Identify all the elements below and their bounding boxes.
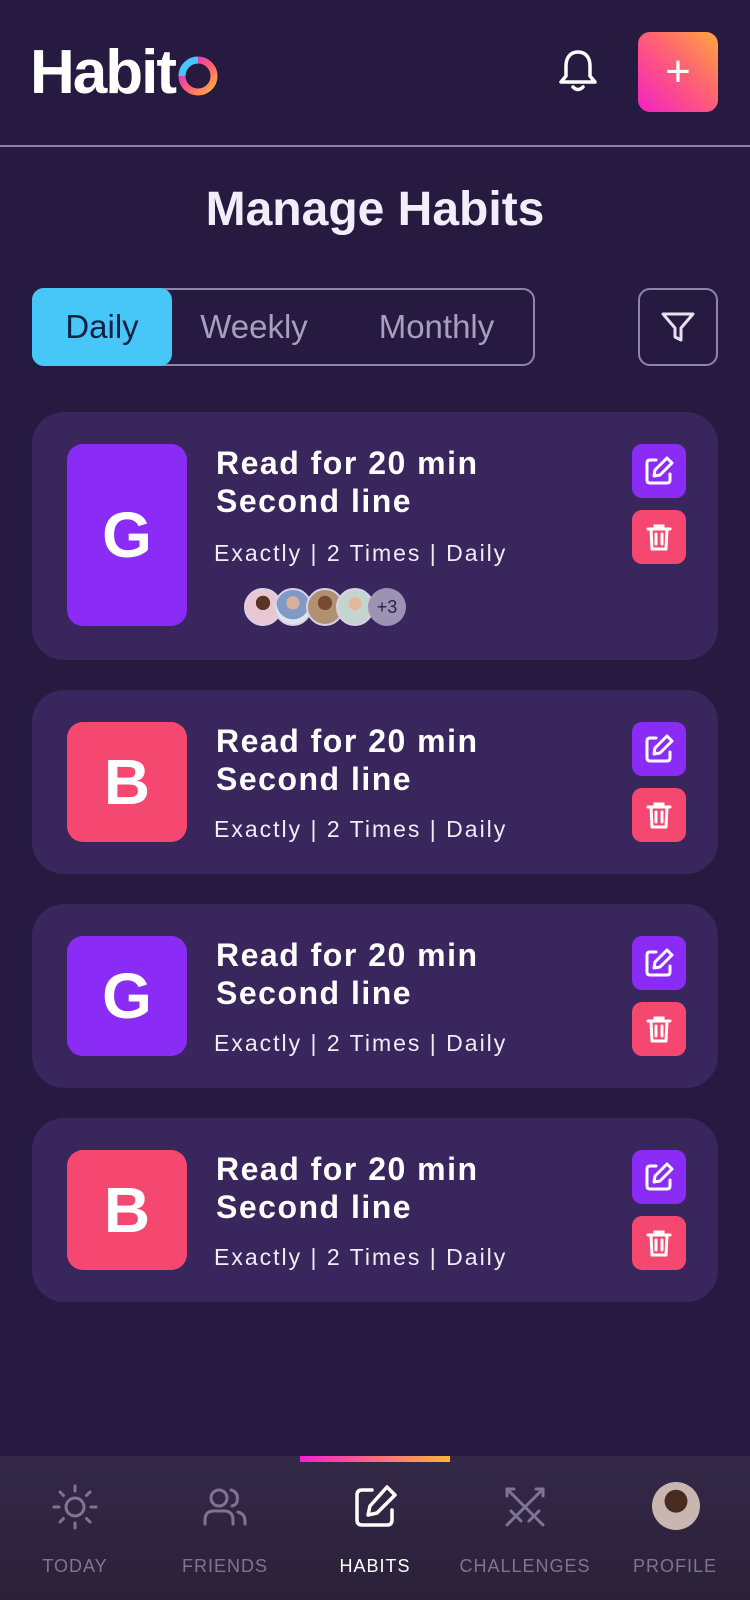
edit-icon — [645, 456, 674, 485]
habit-title-line2: Second line — [216, 761, 413, 797]
trash-icon — [646, 1016, 672, 1043]
nav-friends[interactable]: FRIENDS — [150, 1456, 300, 1600]
tab-daily[interactable]: Daily — [32, 288, 172, 366]
habit-title: Read for 20 min Second line — [216, 936, 479, 1012]
trash-icon — [646, 524, 672, 551]
delete-button[interactable] — [632, 1216, 686, 1270]
nav-today[interactable]: TODAY — [0, 1456, 150, 1600]
nav-label: PROFILE — [632, 1556, 718, 1576]
delete-button[interactable] — [632, 1002, 686, 1056]
habit-title: Read for 20 min Second line — [216, 444, 479, 520]
habit-meta: Exactly | 2 Times | Daily — [214, 816, 508, 842]
filter-icon — [661, 312, 695, 342]
habit-card[interactable]: B Read for 20 min Second line Exactly | … — [32, 1118, 718, 1302]
nav-label: TODAY — [42, 1556, 108, 1576]
tab-weekly[interactable]: Weekly — [184, 288, 324, 366]
bottom-nav: TODAY FRIENDS HABITS CHALLENGES PROFILE — [0, 1456, 750, 1600]
edit-button[interactable] — [632, 936, 686, 990]
habit-letter-tile: G — [67, 936, 187, 1056]
friends-more-count: +3 — [368, 588, 406, 626]
habit-title: Read for 20 min Second line — [216, 1150, 479, 1226]
habit-title-line1: Read for 20 min — [216, 937, 479, 973]
swords-icon — [505, 1487, 545, 1527]
edit-icon — [645, 948, 674, 977]
habit-title: Read for 20 min Second line — [216, 722, 479, 798]
edit-button[interactable] — [632, 1150, 686, 1204]
habit-title-line1: Read for 20 min — [216, 1151, 479, 1187]
habit-title-line2: Second line — [216, 1189, 413, 1225]
habit-title-line1: Read for 20 min — [216, 445, 479, 481]
nav-profile[interactable]: PROFILE — [600, 1456, 750, 1600]
habit-title-line2: Second line — [216, 975, 413, 1011]
habit-meta: Exactly | 2 Times | Daily — [214, 1244, 508, 1270]
edit-icon — [645, 1162, 674, 1191]
bell-icon[interactable] — [553, 46, 603, 96]
delete-button[interactable] — [632, 788, 686, 842]
delete-button[interactable] — [632, 510, 686, 564]
habit-letter-tile: G — [67, 444, 187, 626]
app-logo: Habit — [30, 38, 219, 108]
edit-button[interactable] — [632, 444, 686, 498]
logo-text: Habit — [30, 38, 177, 107]
habit-title-line2: Second line — [216, 483, 413, 519]
habit-meta: Exactly | 2 Times | Daily — [214, 540, 508, 566]
nav-label: FRIENDS — [181, 1556, 268, 1576]
nav-label: HABITS — [339, 1556, 411, 1576]
habit-card[interactable]: B Read for 20 min Second line Exactly | … — [32, 690, 718, 874]
period-tabs: Daily Weekly Monthly — [32, 288, 535, 366]
nav-label: CHALLENGES — [459, 1556, 591, 1576]
edit-button[interactable] — [632, 722, 686, 776]
trash-icon — [646, 802, 672, 829]
app-header: Habit + — [0, 0, 750, 147]
nav-habits[interactable]: HABITS — [300, 1456, 450, 1600]
header-divider — [0, 145, 750, 147]
habit-card[interactable]: G Read for 20 min Second line Exactly | … — [32, 904, 718, 1088]
edit-icon — [645, 734, 674, 763]
trash-icon — [646, 1230, 672, 1257]
add-habit-button[interactable]: + — [638, 32, 718, 112]
logo-ring-icon — [178, 56, 218, 96]
nav-challenges[interactable]: CHALLENGES — [450, 1456, 600, 1600]
habit-meta: Exactly | 2 Times | Daily — [214, 1030, 508, 1056]
tab-monthly[interactable]: Monthly — [359, 288, 514, 366]
users-icon — [203, 1488, 247, 1526]
sun-icon — [52, 1484, 98, 1530]
filter-button[interactable] — [638, 288, 718, 366]
habit-title-line1: Read for 20 min — [216, 723, 479, 759]
habit-card[interactable]: G Read for 20 min Second line Exactly | … — [32, 412, 718, 660]
avatar — [652, 1482, 700, 1530]
habit-letter-tile: B — [67, 722, 187, 842]
habit-letter-tile: B — [67, 1150, 187, 1270]
edit-icon — [355, 1485, 397, 1527]
page-title: Manage Habits — [205, 183, 545, 236]
active-tab-indicator — [300, 1456, 450, 1462]
